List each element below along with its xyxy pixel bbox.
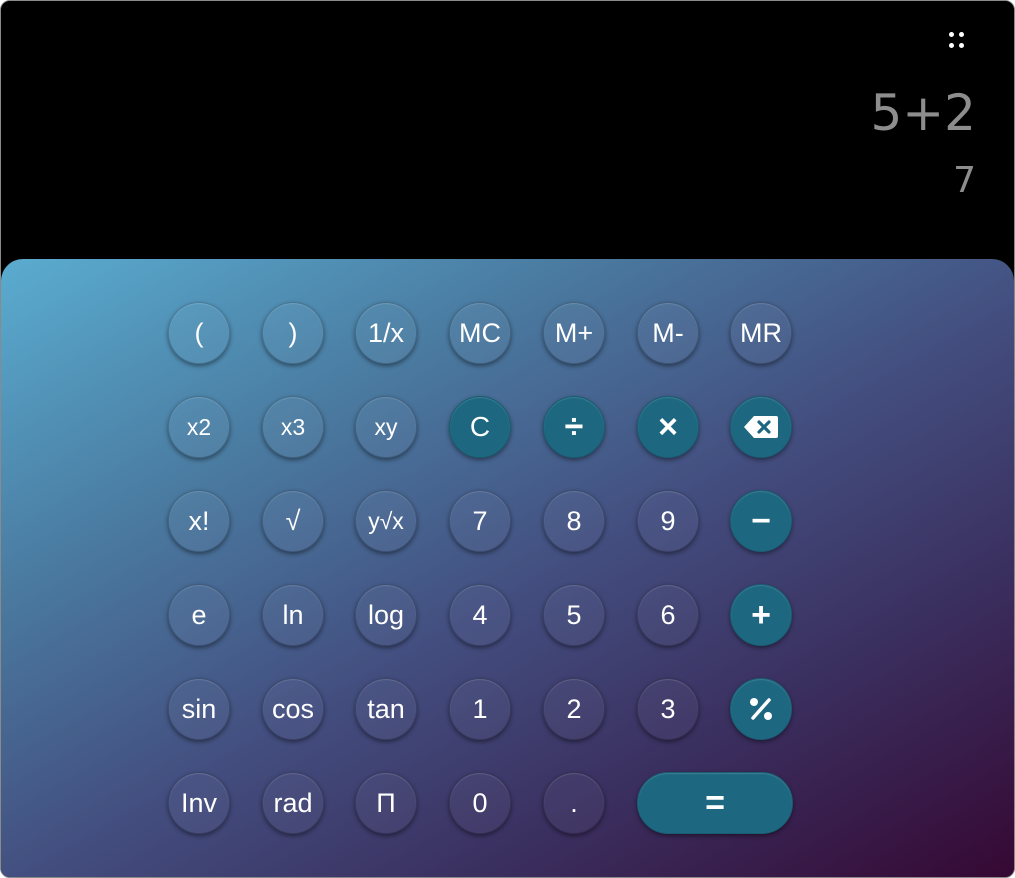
expression-display: 5+2 [870,84,976,142]
divide-button[interactable]: ÷ [543,396,605,458]
digit-9-button[interactable]: 9 [637,490,699,552]
percent-icon [750,698,772,720]
digit-8-button[interactable]: 8 [543,490,605,552]
digit-2-button[interactable]: 2 [543,678,605,740]
multiply-button[interactable]: × [637,396,699,458]
plus-button[interactable]: + [730,584,792,646]
reciprocal-button[interactable]: 1/x [355,302,417,364]
decimal-button[interactable]: . [543,772,605,834]
percent-button[interactable] [730,678,792,740]
ln-button[interactable]: ln [262,584,324,646]
digit-1-button[interactable]: 1 [449,678,511,740]
tan-button[interactable]: tan [355,678,417,740]
digit-3-button[interactable]: 3 [637,678,699,740]
cube-button[interactable]: x3 [262,396,324,458]
close-paren-button[interactable]: ) [262,302,324,364]
memory-add-button[interactable]: M+ [543,302,605,364]
factorial-button[interactable]: x! [168,490,230,552]
memory-subtract-button[interactable]: M- [637,302,699,364]
log-button[interactable]: log [355,584,417,646]
inverse-button[interactable]: Inv [168,772,230,834]
menu-dot [959,32,964,37]
nth-root-button[interactable]: y√x [355,490,417,552]
open-paren-button[interactable]: ( [168,302,230,364]
dots-grid-icon[interactable] [946,27,968,53]
euler-button[interactable]: e [168,584,230,646]
display-panel: 5+2 7 [1,1,1014,263]
sin-button[interactable]: sin [168,678,230,740]
backspace-button[interactable] [730,396,792,458]
memory-recall-button[interactable]: MR [730,302,792,364]
memory-clear-button[interactable]: MC [449,302,511,364]
calculator-window: 5+2 7 ( ) 1/x MC M+ M- MR x2 x3 xy C ÷ ×… [0,0,1015,878]
minus-button[interactable]: − [730,490,792,552]
cos-button[interactable]: cos [262,678,324,740]
digit-6-button[interactable]: 6 [637,584,699,646]
digit-5-button[interactable]: 5 [543,584,605,646]
result-display: 7 [953,160,976,201]
power-button[interactable]: xy [355,396,417,458]
pi-button[interactable]: Π [355,772,417,834]
equals-button[interactable]: = [637,772,793,834]
radian-button[interactable]: rad [262,772,324,834]
square-button[interactable]: x2 [168,396,230,458]
menu-dot [959,43,964,48]
keypad: ( ) 1/x MC M+ M- MR x2 x3 xy C ÷ × x! √ … [1,259,1014,877]
backspace-icon [744,416,778,438]
digit-7-button[interactable]: 7 [449,490,511,552]
digit-0-button[interactable]: 0 [449,772,511,834]
clear-button[interactable]: C [449,396,511,458]
menu-dot [949,43,954,48]
menu-dot [949,32,954,37]
digit-4-button[interactable]: 4 [449,584,511,646]
sqrt-button[interactable]: √ [262,490,324,552]
